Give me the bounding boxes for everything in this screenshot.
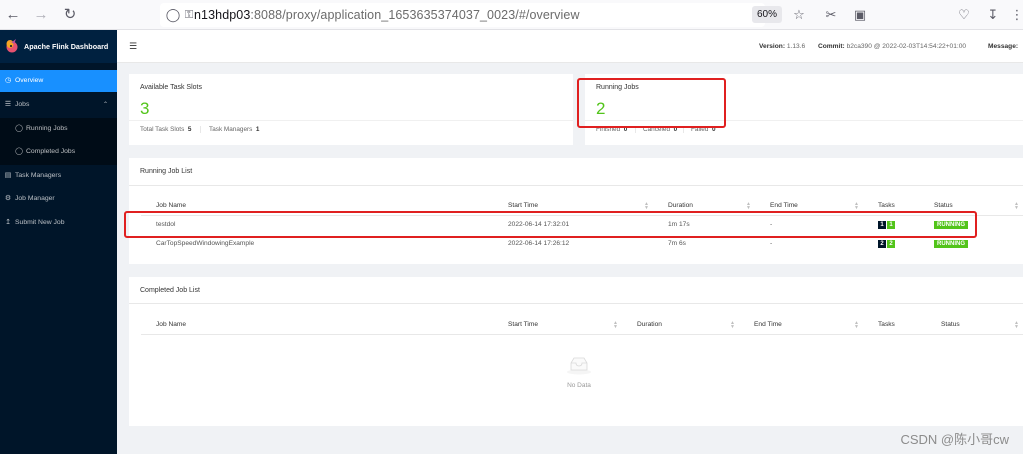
column-header[interactable]: Job Name [141, 316, 493, 335]
sort-icon[interactable]: ▲ ▼ [613, 321, 618, 330]
message-info: Message: [988, 43, 1019, 50]
tab-manager-icon[interactable]: ▣ [851, 6, 869, 24]
sidebar-item-submit-new-job[interactable]: ↥ Submit New Job [0, 212, 117, 234]
sort-icon[interactable]: ▲ ▼ [854, 321, 859, 330]
play-circle-icon: ◯ [15, 125, 23, 132]
sort-icon[interactable]: ▲ ▼ [746, 202, 751, 211]
total-slots: Total Task Slots 5 [140, 126, 192, 133]
sidebar-item-label: Jobs [15, 101, 30, 108]
empty-inbox-icon [567, 357, 591, 375]
upload-icon: ↥ [5, 219, 11, 226]
browser-toolbar: ← → ↻ ◯ ⚿ n13hdp03:8088/proxy/applicatio… [0, 0, 1023, 30]
build-icon: ⚙ [4, 195, 12, 202]
brand-header[interactable]: Apache Flink Dashboard [0, 30, 117, 63]
sidebar-item-task-managers[interactable]: ▤ Task Managers [0, 165, 117, 187]
dashboard-icon: ◷ [4, 77, 12, 84]
check-circle-icon: ◯ [15, 148, 23, 155]
schedule-icon: ▤ [4, 172, 12, 179]
divider [129, 185, 1023, 186]
sort-icon[interactable]: ▲ ▼ [1014, 202, 1019, 211]
completed-jobs-table: Job Name Start Time ▲ ▼ Duration ▲ ▼ End Tim… [141, 316, 1023, 335]
completed-job-list: Completed Job List Job Name Start Time ▲ ▼… [129, 277, 1023, 426]
sidebar-item-label: Job Manager [15, 195, 55, 202]
status-badge: RUNNING [934, 239, 968, 248]
card-footer: Total Task Slots 5 Task Managers 1 [129, 120, 573, 139]
watermark: CSDN @陈小哥cw [900, 432, 1009, 447]
bars-icon: ☰ [4, 101, 12, 108]
version-info: Version: 1.13.6 [759, 43, 806, 50]
sidebar-item-label: Completed Jobs [26, 148, 76, 155]
no-data-text: No Data [567, 382, 591, 389]
sidebar-item-completed-jobs[interactable]: ◯ Completed Jobs [0, 141, 117, 163]
column-header[interactable]: Status ▲ ▼ [926, 316, 1023, 335]
sort-icon[interactable]: ▲ ▼ [1014, 321, 1019, 330]
screenshot-tool-icon[interactable]: ✂ [822, 6, 840, 24]
sidebar-item-overview[interactable]: ◷ Overview [0, 70, 117, 92]
sidebar-item-label: Task Managers [15, 172, 62, 179]
top-header: ☰ Version: 1.13.6 Commit: b2ca390 @ 2022… [117, 30, 1023, 63]
menu-fold-icon[interactable]: ☰ [129, 41, 137, 52]
task-managers-count: Task Managers 1 [200, 126, 259, 133]
bookmark-star-icon[interactable]: ☆ [790, 6, 808, 24]
sort-icon[interactable]: ▲ ▼ [730, 321, 735, 330]
divider [129, 303, 1023, 304]
list-title: Running Job List [140, 168, 193, 175]
sidebar: Apache Flink Dashboard ◷ Overview ☰ Jobs… [0, 30, 117, 454]
sidebar-item-label: Submit New Job [15, 219, 65, 226]
column-header[interactable]: Start Time ▲ ▼ [493, 316, 622, 335]
back-arrow-icon[interactable]: ← [4, 6, 22, 24]
url-text[interactable]: n13hdp03:8088/proxy/application_16536353… [194, 8, 580, 22]
task-running-badge: 2 [887, 239, 895, 248]
brand-name: Apache Flink Dashboard [24, 42, 109, 51]
pocket-icon[interactable]: ♡ [955, 6, 973, 24]
column-header[interactable]: End Time ▲ ▼ [739, 316, 863, 335]
sidebar-item-job-manager[interactable]: ⚙ Job Manager [0, 188, 117, 210]
chevron-up-icon: ⌃ [102, 102, 108, 108]
table-header-row: Job Name Start Time ▲ ▼ Duration ▲ ▼ End Tim… [141, 316, 1023, 335]
annotation-box-testdol-row [124, 211, 977, 238]
list-title: Completed Job List [140, 287, 200, 294]
forward-arrow-icon[interactable]: → [32, 6, 50, 24]
card-title: Available Task Slots [140, 84, 202, 91]
sidebar-item-label: Overview [15, 77, 44, 84]
address-bar[interactable]: ◯ ⚿ n13hdp03:8088/proxy/application_1653… [160, 3, 765, 27]
sidebar-item-label: Running Jobs [26, 125, 68, 132]
sort-icon[interactable]: ▲ ▼ [644, 202, 649, 211]
column-header[interactable]: Tasks [863, 316, 926, 335]
reload-icon[interactable]: ↻ [61, 6, 79, 24]
sidebar-item-jobs[interactable]: ☰ Jobs ⌃ [0, 94, 117, 116]
sort-icon[interactable]: ▲ ▼ [854, 202, 859, 211]
download-icon[interactable]: ↧ [984, 6, 1002, 24]
overflow-menu-icon[interactable]: ⋮ [1008, 6, 1023, 24]
task-total-badge: 2 [878, 239, 886, 248]
annotation-box-running-jobs [577, 78, 726, 128]
commit-info: Commit: b2ca390 @ 2022-02-03T14:54:22+01… [818, 43, 967, 50]
column-header[interactable]: Duration ▲ ▼ [622, 316, 739, 335]
zoom-level[interactable]: 60% [752, 6, 782, 23]
flink-logo-icon [6, 39, 18, 53]
sidebar-item-running-jobs[interactable]: ◯ Running Jobs [0, 118, 117, 140]
available-slots-value: 3 [140, 99, 150, 118]
available-slots-card: Available Task Slots 3 Total Task Slots … [129, 74, 573, 145]
